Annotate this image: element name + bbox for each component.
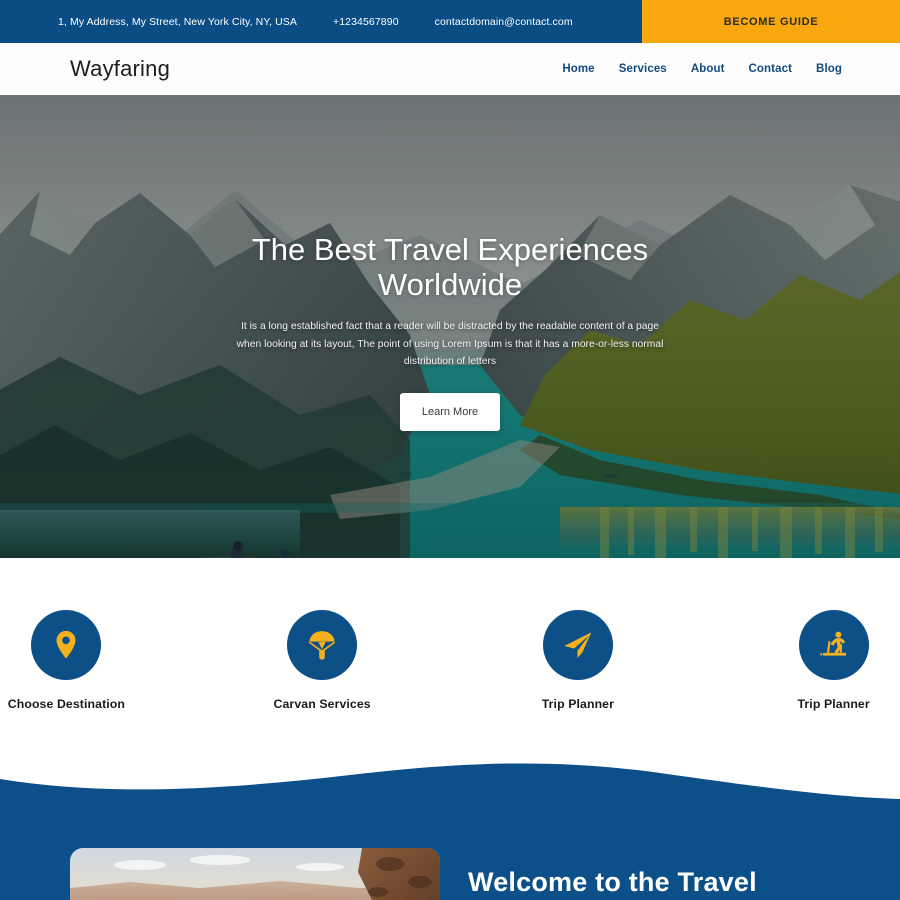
site-logo[interactable]: Wayfaring — [70, 56, 170, 82]
nav-item-about[interactable]: About — [691, 63, 725, 75]
welcome-heading: Welcome to the Travel — [468, 867, 757, 897]
map-pin-icon — [56, 630, 76, 659]
feature-label: Choose Destination — [7, 697, 125, 711]
contact-address: 1, My Address, My Street, New York City,… — [58, 15, 297, 28]
feature-label: Carvan Services — [273, 697, 371, 711]
feature-label: Trip Planner — [797, 697, 870, 711]
top-contact-bar: 1, My Address, My Street, New York City,… — [0, 0, 900, 43]
paper-plane-icon — [564, 632, 592, 659]
page-root: 1, My Address, My Street, New York City,… — [0, 0, 900, 900]
skier-icon — [819, 631, 846, 656]
site-header: Wayfaring Home Services About Contact Bl… — [0, 43, 900, 95]
feature-trip-planner-ski[interactable]: Trip Planner — [767, 610, 900, 711]
nav-item-contact[interactable]: Contact — [749, 63, 793, 75]
hero-content: The Best Travel Experiences Worldwide It… — [0, 95, 900, 558]
parachute-icon — [308, 631, 336, 660]
features-section: Choose Destination Carvan Services Trip … — [0, 558, 900, 773]
hero-section: The Best Travel Experiences Worldwide It… — [0, 95, 900, 558]
canyon-photo — [70, 848, 440, 900]
feature-trip-planner-plane[interactable]: Trip Planner — [512, 610, 645, 711]
feature-icon-circle — [798, 610, 869, 680]
welcome-image-card — [70, 848, 440, 900]
contact-email[interactable]: contactdomain@contact.com — [435, 16, 573, 28]
feature-icon-circle — [31, 610, 102, 680]
become-guide-button[interactable]: BECOME GUIDE — [642, 0, 900, 43]
contact-phone[interactable]: +1234567890 — [333, 16, 399, 28]
nav-item-services[interactable]: Services — [619, 63, 667, 75]
learn-more-button[interactable]: Learn More — [400, 393, 500, 432]
feature-icon-circle — [287, 610, 358, 680]
hero-subtitle: It is a long established fact that a rea… — [236, 321, 664, 368]
features-row: Choose Destination Carvan Services Trip … — [0, 610, 900, 711]
feature-icon-circle — [542, 610, 613, 680]
top-contact-info: 1, My Address, My Street, New York City,… — [0, 0, 642, 43]
nav-item-blog[interactable]: Blog — [816, 63, 842, 75]
feature-carvan-services[interactable]: Carvan Services — [256, 610, 389, 711]
feature-label: Trip Planner — [541, 697, 615, 711]
main-navigation: Home Services About Contact Blog — [562, 63, 842, 75]
nav-item-home[interactable]: Home — [562, 63, 594, 75]
hero-title: The Best Travel Experiences Worldwide — [251, 232, 649, 303]
feature-choose-destination[interactable]: Choose Destination — [0, 610, 133, 711]
